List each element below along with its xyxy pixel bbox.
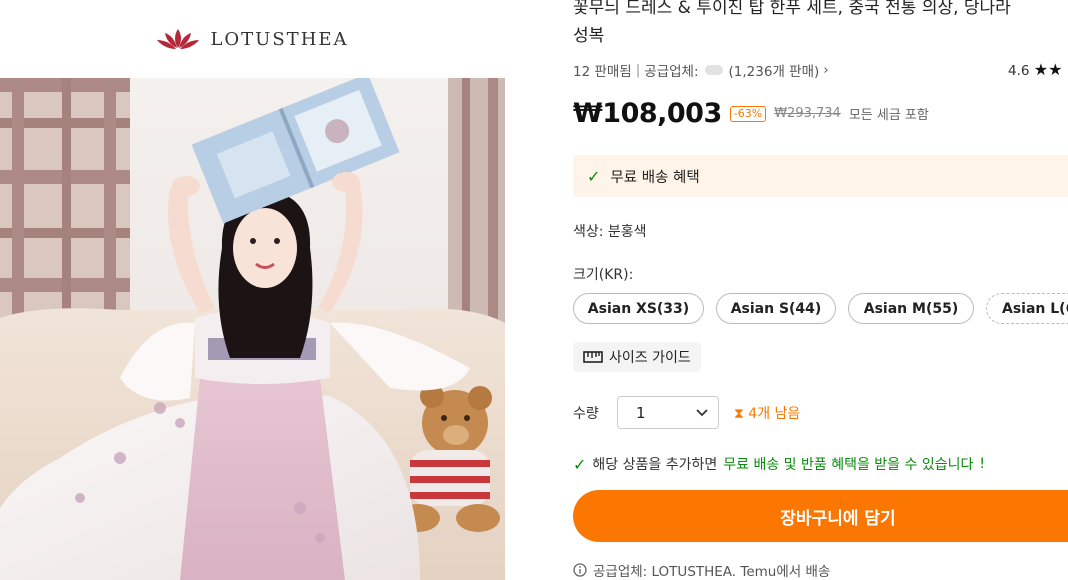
stock-label: 4개 남음	[748, 406, 801, 422]
size-option-m[interactable]: Asian M(55)	[848, 293, 974, 324]
check-icon: ✓	[573, 454, 587, 474]
product-info-panel: 꽃무늬 드레스 & 투이진 탑 한푸 세트, 중국 전통 의상, 당나라 성복 …	[505, 0, 1068, 580]
rating-value: 4.6	[1008, 63, 1030, 79]
size-guide-label: 사이즈 가이드	[609, 350, 691, 366]
notice-highlight: 무료 배송 및 반품 혜택을 받을 수 있습니다	[723, 457, 974, 473]
add-to-cart-button[interactable]: 장바구니에 담기	[573, 490, 1068, 542]
stock-remaining: ⧗ 4개 남음	[734, 403, 800, 423]
product-image-panel: LOTUSTHEA	[0, 0, 505, 580]
free-shipping-banner[interactable]: ✓ 무료 배송 혜택	[573, 155, 1068, 197]
chevron-down-icon	[696, 408, 708, 416]
size-label: 크기(KR):	[573, 267, 634, 283]
hourglass-icon: ⧗	[734, 406, 744, 422]
size-option-l[interactable]: Asian L(66)	[986, 293, 1068, 324]
product-photo[interactable]	[0, 78, 505, 580]
size-option-s[interactable]: Asian S(44)	[716, 293, 836, 324]
meta-divider: |	[635, 62, 641, 78]
tax-note: 모든 세금 포함	[848, 108, 929, 123]
product-title: 꽃무늬 드레스 & 투이진 탑 한푸 세트, 중국 전통 의상, 당나라 성복	[573, 0, 1068, 50]
color-label: 색상: 분홍색	[573, 224, 647, 240]
quantity-label: 수량	[573, 406, 599, 422]
free-shipping-notice: ✓ 해당 상품을 추가하면 무료 배송 및 반품 혜택을 받을 수 있습니다 !	[573, 454, 985, 474]
size-options: Asian XS(33) Asian S(44) Asian M(55) Asi…	[573, 293, 1068, 324]
seller-label: 공급업체:	[644, 64, 699, 80]
price-row: ₩108,003 -63% ₩293,734 모든 세금 포함	[573, 98, 929, 129]
chevron-right-icon[interactable]: ›	[823, 62, 828, 78]
seller-sales-link[interactable]: (1,236개 판매)	[729, 60, 820, 80]
info-icon	[573, 563, 587, 577]
notice-suffix: !	[979, 456, 985, 472]
sold-count: 12 판매됨	[573, 64, 632, 80]
ruler-icon	[583, 351, 603, 363]
size-guide-button[interactable]: 사이즈 가이드	[573, 342, 701, 372]
seller-footer: 공급업체: LOTUSTHEA. Temu에서 배송	[573, 560, 830, 580]
discount-badge: -63%	[729, 105, 767, 122]
rating[interactable]: 4.6 ★★	[1008, 60, 1062, 79]
product-meta: 12 판매됨 | 공급업체: (1,236개 판매) ›	[573, 60, 829, 80]
size-option-xs[interactable]: Asian XS(33)	[573, 293, 704, 324]
free-shipping-label: 무료 배송 혜택	[610, 169, 700, 186]
product-title-line2: 성복	[573, 26, 605, 46]
check-icon: ✓	[587, 166, 601, 186]
star-icon: ★★	[1033, 60, 1063, 79]
notice-prefix: 해당 상품을 추가하면	[592, 457, 718, 473]
sale-price: ₩108,003	[573, 98, 722, 129]
original-price: ₩293,734	[774, 106, 841, 121]
quantity-select[interactable]: 1	[617, 396, 719, 429]
quantity-value: 1	[636, 403, 646, 422]
product-title-line1: 꽃무늬 드레스 & 투이진 탑 한푸 세트, 중국 전통 의상, 당나라	[573, 0, 1011, 18]
brand-header: LOTUSTHEA	[0, 0, 505, 78]
lotus-logo-icon	[157, 29, 200, 49]
brand-logo-text: LOTUSTHEA	[210, 28, 349, 50]
seller-logo-icon	[704, 65, 723, 75]
seller-footer-text: 공급업체: LOTUSTHEA. Temu에서 배송	[593, 564, 831, 580]
